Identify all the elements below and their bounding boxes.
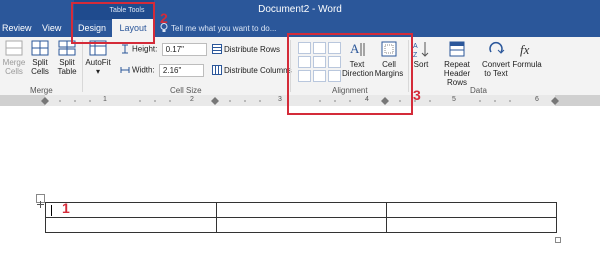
distribute-rows-label: Distribute Rows	[224, 45, 281, 54]
annotation-number: 3	[413, 87, 421, 103]
distribute-columns-button[interactable]: Distribute Columns	[212, 65, 292, 75]
table-resize-handle[interactable]	[555, 237, 561, 243]
convert-to-text-button[interactable]: Convert to Text	[480, 40, 512, 78]
tab-view[interactable]: View	[42, 23, 61, 33]
ruler-number: 6	[535, 96, 539, 103]
sort-label: Sort	[413, 60, 429, 69]
move-icon	[37, 201, 44, 208]
data-group-label: Data	[470, 86, 487, 95]
width-control: Width: 2.16"	[120, 64, 204, 77]
autofit-label: AutoFit	[85, 58, 111, 67]
formula-icon: fx	[520, 42, 530, 57]
repeat-header-icon	[449, 41, 465, 57]
split-cells-button[interactable]: Split Cells	[28, 40, 52, 76]
svg-text:fx: fx	[520, 42, 530, 57]
table-move-handle[interactable]	[36, 194, 45, 208]
tell-me-search[interactable]: Tell me what you want to do...	[160, 23, 276, 33]
text-cursor	[51, 205, 52, 216]
tab-review[interactable]: Review	[2, 23, 32, 33]
ruler-number: 5	[452, 96, 456, 103]
sort-icon: A Z	[413, 42, 429, 58]
table-cell[interactable]	[216, 217, 387, 233]
table-row	[45, 217, 557, 233]
distribute-rows-button[interactable]: Distribute Rows	[212, 44, 280, 54]
cell-size-group-label: Cell Size	[170, 86, 202, 95]
table-cell[interactable]	[386, 217, 557, 233]
tell-me-text: Tell me what you want to do...	[171, 24, 277, 33]
split-table-label: Split Table	[57, 58, 77, 76]
repeat-header-rows-button[interactable]: Repeat Header Rows	[436, 40, 478, 87]
svg-text:Z: Z	[413, 52, 418, 58]
table-cell[interactable]	[216, 202, 387, 218]
highlight-box-alignment	[287, 33, 413, 115]
merge-cells-icon	[5, 40, 23, 56]
group-separator	[82, 40, 83, 92]
height-control: Height: 0.17"	[120, 43, 207, 56]
merge-cells-button[interactable]: Merge Cells	[1, 40, 27, 76]
split-cells-label: Split Cells	[31, 58, 49, 76]
distribute-rows-icon	[212, 44, 222, 54]
ruler-number: 1	[103, 96, 107, 103]
table-row	[45, 202, 557, 218]
repeat-header-label: Repeat Header Rows	[443, 60, 471, 87]
column-width-icon	[120, 66, 130, 73]
merge-group-label: Merge	[30, 86, 53, 95]
width-label: Width:	[132, 65, 155, 75]
table-cell[interactable]	[45, 217, 217, 233]
split-cells-icon	[31, 40, 49, 56]
row-height-icon	[122, 44, 128, 54]
split-table-button[interactable]: Split Table	[54, 40, 80, 76]
sort-button[interactable]: A Z Sort	[410, 40, 432, 69]
distribute-columns-icon	[212, 65, 222, 75]
distribute-columns-label: Distribute Columns	[224, 66, 292, 75]
table-cell[interactable]	[386, 202, 557, 218]
height-label: Height:	[132, 44, 158, 54]
height-input[interactable]: 0.17"	[161, 43, 207, 56]
annotation-number: 1	[62, 200, 70, 216]
annotation-number: 2	[160, 10, 168, 26]
highlight-box-layout-tab	[71, 2, 155, 44]
merge-cells-label: Merge Cells	[2, 58, 26, 76]
formula-label: Formula	[512, 60, 542, 69]
ruler-number: 2	[190, 96, 194, 103]
document-page[interactable]	[0, 106, 600, 277]
width-input[interactable]: 2.16"	[158, 64, 204, 77]
table-cell[interactable]	[45, 202, 217, 218]
document-table	[45, 202, 557, 233]
convert-to-text-label: Convert to Text	[481, 60, 510, 78]
autofit-button[interactable]: AutoFit ▾	[84, 40, 112, 76]
convert-to-text-icon	[489, 42, 505, 54]
ruler-number: 3	[278, 96, 282, 103]
formula-button[interactable]: fx Formula	[512, 40, 542, 69]
svg-text:A: A	[413, 43, 418, 50]
